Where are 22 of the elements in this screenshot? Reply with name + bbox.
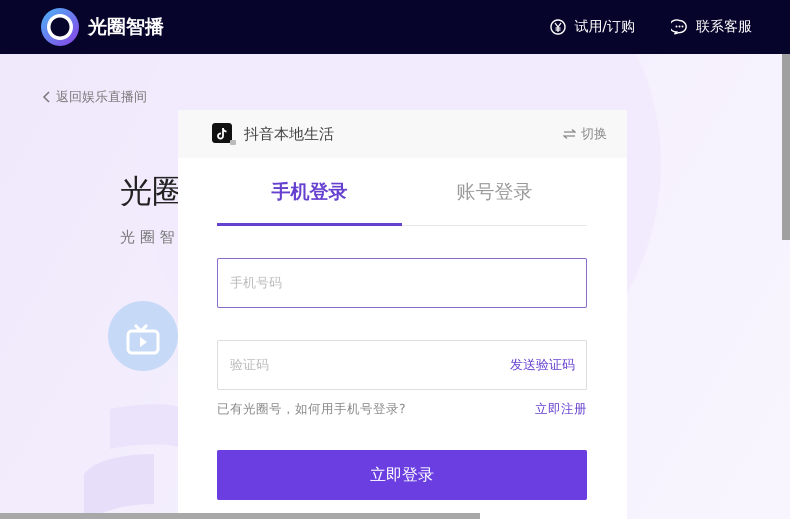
back-link[interactable]: 返回娱乐直播间 — [42, 88, 147, 106]
login-tab[interactable]: 手机登录 — [217, 158, 402, 226]
switch-link[interactable]: 切换 — [563, 125, 607, 143]
swap-arrows-icon — [563, 129, 576, 139]
chevron-left-icon — [42, 91, 50, 103]
platform-name: 抖音本地生活 — [244, 124, 334, 144]
header-link[interactable]: 联系客服 — [671, 18, 752, 36]
brand-name: 光圈智播 — [88, 15, 164, 40]
scrollbar-thumb[interactable] — [0, 513, 480, 519]
chat-bubble-icon — [671, 19, 688, 35]
login-button[interactable]: 立即登录 — [217, 450, 587, 500]
register-link[interactable]: 立即注册 — [535, 401, 587, 418]
header-link[interactable]: 试用/订购 — [550, 18, 635, 36]
code-input-field[interactable]: 验证码 发送验证码 — [217, 340, 587, 390]
yen-coin-icon — [550, 19, 566, 35]
ring-logo-icon — [40, 7, 80, 47]
scrollbar-thumb[interactable] — [782, 54, 790, 240]
send-code-link[interactable]: 发送验证码 — [510, 356, 575, 374]
hero-subtitle: 光 圈 智 — [120, 228, 175, 247]
phone-input-field[interactable]: 手机号码 — [217, 258, 587, 308]
music-note-app-icon — [212, 123, 236, 145]
hint-text: 已有光圈号，如何用手机号登录? — [217, 401, 406, 418]
